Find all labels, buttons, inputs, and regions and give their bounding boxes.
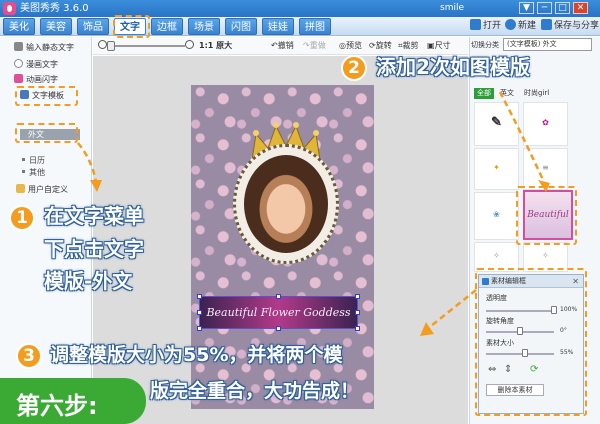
template-thumbnail[interactable]: ✿ (523, 102, 568, 146)
step-label-banner: 第六步: (0, 378, 146, 424)
highlight-text-template (15, 86, 78, 106)
save-icon (541, 19, 552, 30)
resize-handle[interactable] (355, 294, 360, 299)
template-thumbnail[interactable]: ✎ (474, 102, 519, 146)
static-text-item[interactable]: 输入静态文字 (14, 41, 74, 55)
tab-collage[interactable]: 拼图 (299, 18, 331, 35)
main-tab-bar: 美化 美容 饰品 文字 边框 场景 闪图 娃娃 拼图 打开 新建 保存与分享 (0, 17, 600, 36)
actual-size-button[interactable]: 1:1 原大 (199, 40, 232, 52)
bullet-icon (22, 158, 25, 161)
resize-handle[interactable] (276, 326, 281, 331)
tab-doll[interactable]: 娃娃 (262, 18, 294, 35)
template-thumbnail[interactable]: ≡ (523, 148, 568, 190)
close-icon[interactable]: ✕ (573, 2, 588, 14)
step-label: 第六步: (16, 392, 98, 420)
zoom-slider-track[interactable] (113, 45, 185, 47)
animated-text-item[interactable]: 动画闪字 (14, 73, 58, 87)
title-bar: 美图秀秀 3.6.0 smile ▼ ─ □ ✕ (0, 0, 600, 17)
tab-scene[interactable]: 场景 (188, 18, 220, 35)
app-logo-icon (3, 2, 16, 15)
step1-line1: 在文字菜单 (44, 204, 144, 228)
resize-handle[interactable] (197, 326, 202, 331)
category-label: 切换分类 (471, 41, 499, 49)
tab-accessories[interactable]: 饰品 (77, 18, 109, 35)
zoom-slider-knob[interactable] (107, 41, 115, 51)
zoom-in-icon[interactable] (185, 40, 196, 52)
open-button[interactable]: 打开 (470, 18, 501, 35)
user-custom-item[interactable]: 用户自定义 (16, 183, 68, 197)
material-tab-fashion-girl[interactable]: 时尚girl (521, 88, 552, 99)
edit-toolbar: 1:1 原大 ↶撤销 ↷重做 ◎预览 ⟳旋转 ⌗裁剪 ▣尺寸 (93, 37, 468, 55)
tab-flash[interactable]: 闪图 (225, 18, 257, 35)
tab-beautify[interactable]: 美化 (3, 18, 35, 35)
crop-button[interactable]: ⌗裁剪 (398, 40, 419, 52)
folder-icon (470, 19, 481, 30)
highlight-editor-panel (475, 268, 587, 416)
user-name[interactable]: smile (440, 2, 464, 15)
speech-bubble-icon (14, 59, 23, 68)
step3-line1: 调整模版大小为55%，并将两个模 (50, 344, 343, 366)
size-button[interactable]: ▣尺寸 (427, 40, 451, 52)
save-share-button[interactable]: 保存与分享 (541, 18, 599, 35)
sub-item-calendar[interactable]: 日历 (22, 155, 45, 166)
step1-line3: 模版-外文 (44, 269, 133, 293)
sub-item-other[interactable]: 其他 (22, 167, 45, 178)
step1-number-badge: 1 (9, 205, 35, 231)
minimize-icon[interactable]: ─ (537, 2, 552, 14)
tab-retouch[interactable]: 美容 (40, 18, 72, 35)
sparkle-icon (14, 74, 23, 83)
preview-button[interactable]: ◎预览 (339, 40, 362, 52)
overlay-text: Beautiful Flower Goddess (206, 306, 351, 319)
undo-button[interactable]: ↶撤销 (271, 40, 294, 52)
step1-line2: 下点击文字 (44, 237, 144, 261)
redo-button[interactable]: ↷重做 (303, 40, 326, 52)
resize-handle[interactable] (355, 310, 360, 315)
rotate-button[interactable]: ⟳旋转 (369, 40, 392, 52)
folder-icon (16, 184, 25, 193)
text-icon (14, 42, 23, 51)
material-tab-all[interactable]: 全部 (474, 88, 494, 99)
resize-handle[interactable] (197, 310, 202, 315)
menu-dropdown-icon[interactable]: ▼ (519, 2, 534, 14)
resize-handle[interactable] (276, 294, 281, 299)
comic-text-item[interactable]: 漫画文字 (14, 58, 58, 72)
step3-line2: 版完全重合，大功告成！ (150, 380, 360, 402)
bullet-icon (22, 170, 25, 173)
step2-number-badge: 2 (341, 55, 367, 81)
portrait-photo (244, 155, 328, 253)
app-title: 美图秀秀 3.6.0 (20, 3, 89, 14)
step2-text: 添加2次如图模版 (376, 55, 530, 79)
template-thumbnail[interactable]: ❀ (474, 192, 519, 240)
step3-number-badge: 3 (16, 343, 42, 369)
highlight-selected-thumbnail (516, 186, 577, 245)
text-template-overlay[interactable]: Beautiful Flower Goddess (199, 296, 358, 329)
material-tab-english[interactable]: 英文 (497, 88, 517, 99)
resize-handle[interactable] (355, 326, 360, 331)
plus-icon (505, 19, 516, 30)
highlight-foreign-subitem (15, 123, 78, 143)
maximize-icon[interactable]: □ (555, 2, 570, 14)
new-button[interactable]: 新建 (505, 18, 536, 35)
highlight-text-tab (113, 15, 150, 38)
tab-border[interactable]: 边框 (151, 18, 183, 35)
category-select[interactable]: (文字模板) 外文 (503, 38, 592, 51)
template-thumbnail[interactable]: ✦ (474, 148, 519, 190)
resize-handle[interactable] (197, 294, 202, 299)
